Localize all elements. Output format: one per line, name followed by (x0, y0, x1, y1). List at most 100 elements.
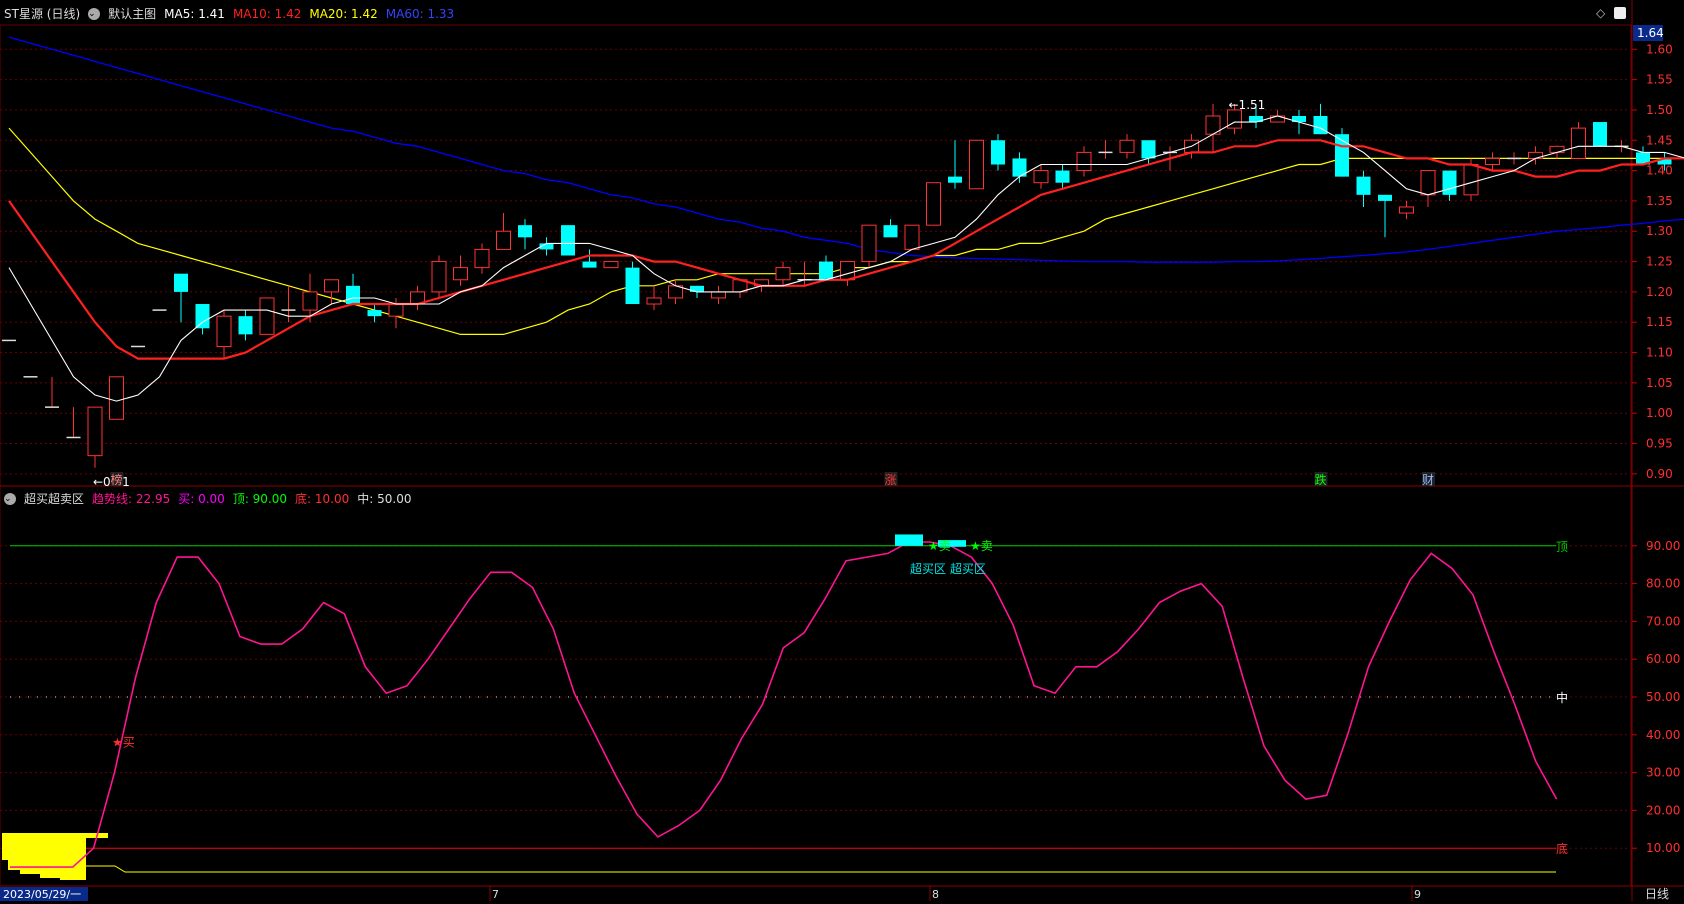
candle-down (195, 304, 210, 329)
overbought-block (895, 534, 923, 546)
candle-down (1593, 122, 1607, 147)
candle-up (109, 376, 124, 420)
price-tick-label: 1.20 (1646, 285, 1673, 299)
mid-legend: 中: 50.00 (357, 492, 412, 506)
candle-up (1485, 157, 1500, 166)
candle-down (174, 273, 188, 292)
price-tick-label: 1.15 (1646, 315, 1673, 329)
candle-up (496, 230, 511, 250)
price-tick-label: 1.05 (1646, 376, 1673, 390)
candle-down (1055, 170, 1070, 183)
osc-tick-label: 20.00 (1646, 803, 1680, 817)
candle-up (711, 291, 726, 299)
candle-up (324, 279, 339, 293)
candle-up (1033, 170, 1049, 184)
start-date-label: 2023/05/29/一 (3, 888, 81, 901)
candle-up (861, 224, 877, 263)
candle-down (367, 310, 382, 317)
candle-up (216, 315, 232, 347)
sell-signal: ★卖 (928, 539, 951, 553)
osc-tick-label: 30.00 (1646, 766, 1680, 780)
price-tick-label: 1.25 (1646, 255, 1673, 269)
chart-canvas[interactable]: 1.60 1.55 1.50 1.45 1.40 1.35 1.30 1.25 1.20 1.15… (0, 0, 1684, 901)
candle-down (625, 267, 640, 305)
price-tick-label: 1.10 (1646, 346, 1673, 360)
candle-down (561, 225, 575, 256)
bottom-line-label: 底 (1556, 841, 1568, 856)
price-tick-label: 1.00 (1646, 406, 1673, 420)
yellow-baseline (10, 865, 1556, 873)
main-header: ST星源 (日线) ⌄ 默认主图 MA5: 1.41 MA10: 1.42 MA… (4, 5, 454, 22)
price-tick-label: 1.55 (1646, 73, 1673, 87)
mid-line-label: 中 (1556, 690, 1568, 705)
price-tag: 1.64 (1637, 26, 1664, 40)
candle-up (603, 261, 619, 269)
chevron-down-icon[interactable]: ⌄ (4, 492, 16, 505)
price-tick-label: 0.95 (1646, 437, 1673, 451)
oversold-block (2, 833, 86, 880)
candle-up (904, 224, 920, 250)
osc-tick-label: 50.00 (1646, 690, 1680, 704)
osc-tick-label: 70.00 (1646, 614, 1680, 628)
osc-tick-label: 80.00 (1646, 577, 1680, 591)
event-marker: 榜 (110, 472, 122, 487)
top-legend: 顶: 90.00 (232, 492, 288, 506)
candle-up (840, 261, 855, 281)
ma10-legend: MA10: 1.42 (232, 6, 302, 21)
maximize-icon[interactable] (1614, 7, 1626, 19)
stock-title[interactable]: ST星源 (日线) (4, 5, 80, 22)
osc-tick-label: 10.00 (1646, 841, 1680, 855)
chevron-down-icon[interactable]: ⌄ (88, 7, 101, 20)
candle-up (1463, 164, 1479, 196)
price-tick-label: 1.50 (1646, 103, 1673, 117)
candle-up (453, 267, 468, 281)
buy-legend: 买: 0.00 (178, 492, 225, 506)
candle-up (646, 297, 662, 305)
trend-line (10, 541, 1558, 868)
candle-down (346, 285, 360, 305)
ma60-line (8, 36, 1684, 263)
candle-up (1076, 151, 1092, 172)
price-tick-label: 1.30 (1646, 224, 1673, 238)
candle-down (238, 316, 253, 335)
chart-window: 1.60 1.55 1.50 1.45 1.40 1.35 1.30 1.25 1.20 1.15… (0, 0, 1684, 901)
candle-down (883, 225, 898, 238)
indicator-name[interactable]: 超买超卖区 (24, 490, 84, 507)
month-label: 7 (492, 888, 499, 901)
candle-up (87, 406, 103, 457)
overbought-label: 超买区 (950, 561, 986, 576)
high-price-label: ←1.51 (1229, 98, 1266, 112)
osc-tick-label: 90.00 (1646, 539, 1680, 553)
top-line-label: 顶 (1556, 540, 1568, 554)
candle-up (1571, 127, 1586, 159)
candle-down (819, 261, 833, 280)
indicator-header: ⌄ 超买超卖区 趋势线: 22.95 买: 0.00 顶: 90.00 底: 1… (4, 490, 411, 507)
ma5-legend: MA5: 1.41 (164, 6, 225, 21)
candle-down (991, 140, 1005, 165)
osc-tick-label: 40.00 (1646, 728, 1680, 742)
candle-up (1399, 206, 1414, 214)
candle-up (474, 248, 490, 269)
ma60-legend: MA60: 1.33 (385, 6, 455, 21)
overbought-label: 超买区 (910, 561, 946, 576)
candle-down (1141, 140, 1156, 159)
price-tick-label: 1.60 (1646, 42, 1673, 56)
candle-up (302, 291, 318, 311)
candle-down (582, 261, 597, 268)
candle-up (1119, 139, 1135, 153)
candle-down (948, 176, 962, 183)
ma20-legend: MA20: 1.42 (309, 6, 378, 21)
candle-up (1420, 170, 1436, 196)
month-label: 9 (1414, 888, 1421, 901)
candle-down (1442, 170, 1457, 195)
price-tick-label: 0.90 (1646, 467, 1673, 481)
template-label[interactable]: 默认主图 (108, 5, 156, 22)
candle-up (431, 261, 447, 293)
candle-up (775, 267, 791, 281)
candle-down (518, 225, 532, 238)
trend-legend: 趋势线: 22.95 (92, 492, 171, 506)
diamond-icon[interactable]: ◇ (1596, 6, 1605, 20)
candle-down (1356, 176, 1371, 195)
price-tick-label: 1.35 (1646, 194, 1673, 208)
candle-up (259, 297, 275, 335)
